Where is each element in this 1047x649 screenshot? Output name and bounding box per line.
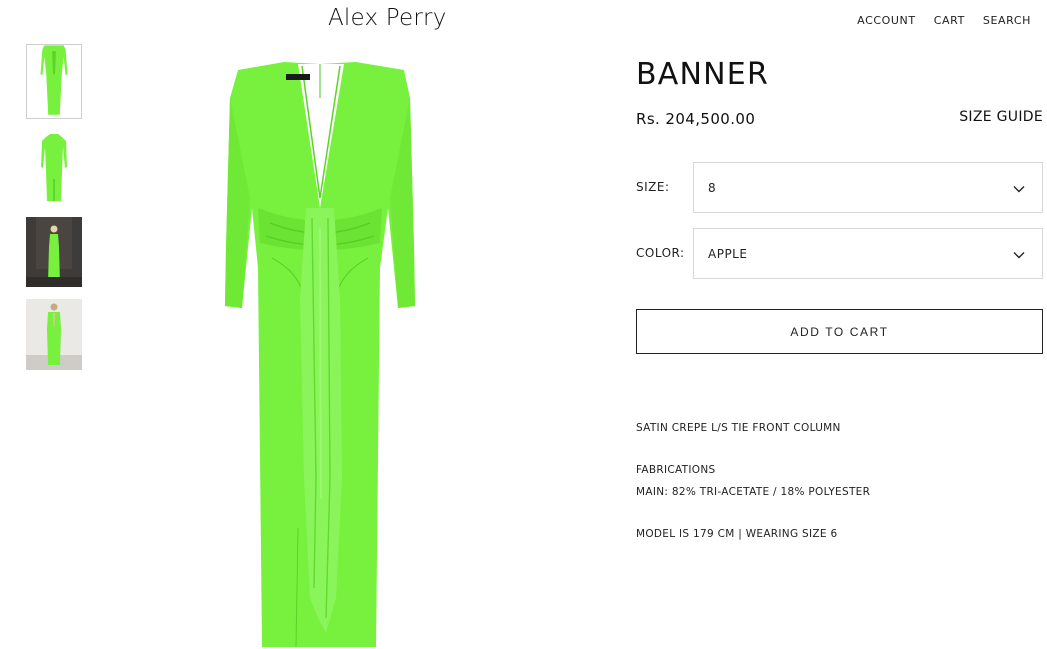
thumbnail-model-dark[interactable] bbox=[26, 217, 82, 287]
color-selected-value: APPLE bbox=[708, 247, 748, 261]
main-product-image[interactable] bbox=[200, 58, 440, 649]
color-label: COLOR: bbox=[636, 246, 685, 260]
model-dark-image bbox=[26, 217, 82, 287]
nav-cart-link[interactable]: CART bbox=[934, 14, 965, 27]
nav-account-link[interactable]: ACCOUNT bbox=[857, 14, 916, 27]
top-navigation: ACCOUNT CART SEARCH bbox=[857, 14, 1031, 27]
size-select[interactable]: 8 bbox=[693, 162, 1043, 213]
product-title: BANNER bbox=[636, 57, 769, 92]
size-guide-link[interactable]: SIZE GUIDE bbox=[959, 109, 1043, 125]
fabrications-heading: FABRICATIONS bbox=[636, 464, 716, 476]
thumbnail-dress-back[interactable] bbox=[26, 131, 82, 205]
chevron-down-icon bbox=[1013, 252, 1025, 259]
chevron-down-icon bbox=[1013, 186, 1025, 193]
size-option-row: SIZE: 8 bbox=[636, 162, 1043, 213]
model-grey-image bbox=[26, 299, 82, 370]
product-style-description: SATIN CREPE L/S TIE FRONT COLUMN bbox=[636, 422, 841, 434]
size-selected-value: 8 bbox=[708, 181, 717, 195]
color-select[interactable]: APPLE bbox=[693, 228, 1043, 279]
green-dress-illustration bbox=[225, 62, 415, 648]
product-price: Rs. 204,500.00 bbox=[636, 110, 756, 128]
color-option-row: COLOR: APPLE bbox=[636, 228, 1043, 279]
fabrications-main: MAIN: 82% TRI-ACETATE / 18% POLYESTER bbox=[636, 486, 871, 498]
model-info: MODEL IS 179 CM | WEARING SIZE 6 bbox=[636, 528, 838, 540]
size-label: SIZE: bbox=[636, 180, 670, 194]
add-to-cart-button[interactable]: ADD TO CART bbox=[636, 309, 1043, 354]
thumbnail-dress-front[interactable] bbox=[26, 44, 82, 119]
brand-logo[interactable]: Alex Perry bbox=[328, 5, 447, 31]
thumbnail-model-grey[interactable] bbox=[26, 299, 82, 370]
thumbnail-gallery bbox=[26, 44, 82, 370]
nav-search-link[interactable]: SEARCH bbox=[983, 14, 1031, 27]
dress-back-image bbox=[41, 134, 67, 201]
dress-front-image bbox=[40, 45, 68, 115]
